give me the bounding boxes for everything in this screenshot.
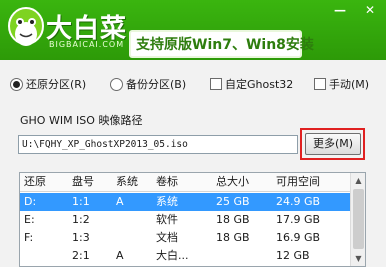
scroll-thumb[interactable] — [353, 189, 364, 249]
cell-volume: 软件 — [156, 213, 178, 226]
scroll-down-icon[interactable]: ▼ — [353, 253, 364, 264]
manual-label: 手动(M) — [329, 78, 370, 91]
window-controls: — ✕ — [330, 2, 380, 18]
col-free: 可用空间 — [276, 175, 320, 188]
table-row[interactable]: 2:1 A 大白... 12 GB — [20, 247, 351, 265]
cell-free: 17.9 GB — [276, 213, 321, 226]
table-header: 还原 盘号 系统 卷标 总大小 可用空间 — [20, 173, 351, 192]
cell-drive: D: — [24, 195, 37, 208]
cell-volume: 系统 — [156, 195, 178, 208]
cell-total: 18 GB — [216, 231, 250, 244]
table-row[interactable]: F: 1:3 文档 18 GB 16.9 GB — [20, 229, 351, 247]
col-system: 系统 — [116, 175, 138, 188]
manual-option[interactable]: 手动(M) — [314, 74, 369, 94]
cell-free: 12 GB — [276, 249, 310, 262]
manual-checkbox[interactable] — [314, 78, 326, 90]
slogan-text: 支持原版Win7、Win8安装 — [136, 37, 314, 53]
image-path-combobox[interactable]: U:\FQHY_XP_GhostXP2013_05.iso — [18, 135, 298, 154]
col-total: 总大小 — [216, 175, 249, 188]
ghost32-label: 自定Ghost32 — [225, 78, 294, 91]
restore-radio[interactable] — [10, 77, 23, 91]
cell-disk: 2:1 — [72, 249, 90, 262]
cell-total: 25 GB — [216, 195, 250, 208]
header-bar: 大白菜 BIGBAICAI.COM 支持原版Win7、Win8安装 — ✕ — [0, 0, 386, 60]
backup-option[interactable]: 备份分区(B) — [110, 74, 186, 94]
minimize-button[interactable]: — — [330, 2, 350, 18]
col-volume: 卷标 — [156, 175, 178, 188]
cell-total: 18 GB — [216, 213, 250, 226]
cell-drive: E: — [24, 213, 35, 226]
ghost32-option[interactable]: 自定Ghost32 — [210, 74, 293, 94]
more-button[interactable]: 更多(M) — [305, 133, 361, 155]
cell-free: 24.9 GB — [276, 195, 321, 208]
close-button[interactable]: ✕ — [360, 2, 380, 18]
backup-radio[interactable] — [110, 77, 123, 91]
col-restore: 还原 — [24, 175, 46, 188]
mode-options: 还原分区(R) 备份分区(B) 自定Ghost32 手动(M) — [10, 74, 384, 94]
cell-volume: 大白... — [156, 249, 189, 262]
image-path-label: GHO WIM ISO 映像路径 — [20, 114, 143, 127]
cell-disk: 1:1 — [72, 195, 90, 208]
app-window: 大白菜 BIGBAICAI.COM 支持原版Win7、Win8安装 — ✕ 还原… — [0, 0, 386, 267]
cell-disk: 1:3 — [72, 231, 90, 244]
ghost32-checkbox[interactable] — [210, 78, 222, 90]
col-disk: 盘号 — [72, 175, 94, 188]
scroll-up-icon[interactable]: ▲ — [353, 175, 364, 186]
restore-option[interactable]: 还原分区(R) — [10, 74, 86, 94]
cabbage-logo-icon — [8, 7, 44, 46]
table-row[interactable]: E: 1:2 软件 18 GB 17.9 GB — [20, 211, 351, 229]
backup-label: 备份分区(B) — [126, 78, 187, 91]
table-scrollbar[interactable]: ▲ ▼ — [350, 173, 365, 266]
cell-system: A — [116, 195, 124, 208]
cell-disk: 1:2 — [72, 213, 90, 226]
table-row[interactable]: D: 1:1 A 系统 25 GB 24.9 GB — [20, 193, 351, 211]
radio-dot-icon — [13, 80, 20, 88]
restore-label: 还原分区(R) — [26, 78, 87, 91]
cell-drive: F: — [24, 231, 34, 244]
cell-system: A — [116, 249, 124, 262]
brand-url: BIGBAICAI.COM — [49, 40, 125, 49]
cell-volume: 文档 — [156, 231, 178, 244]
partition-table[interactable]: 还原 盘号 系统 卷标 总大小 可用空间 D: 1:1 A 系统 25 GB 2… — [19, 172, 366, 267]
cell-free: 16.9 GB — [276, 231, 321, 244]
